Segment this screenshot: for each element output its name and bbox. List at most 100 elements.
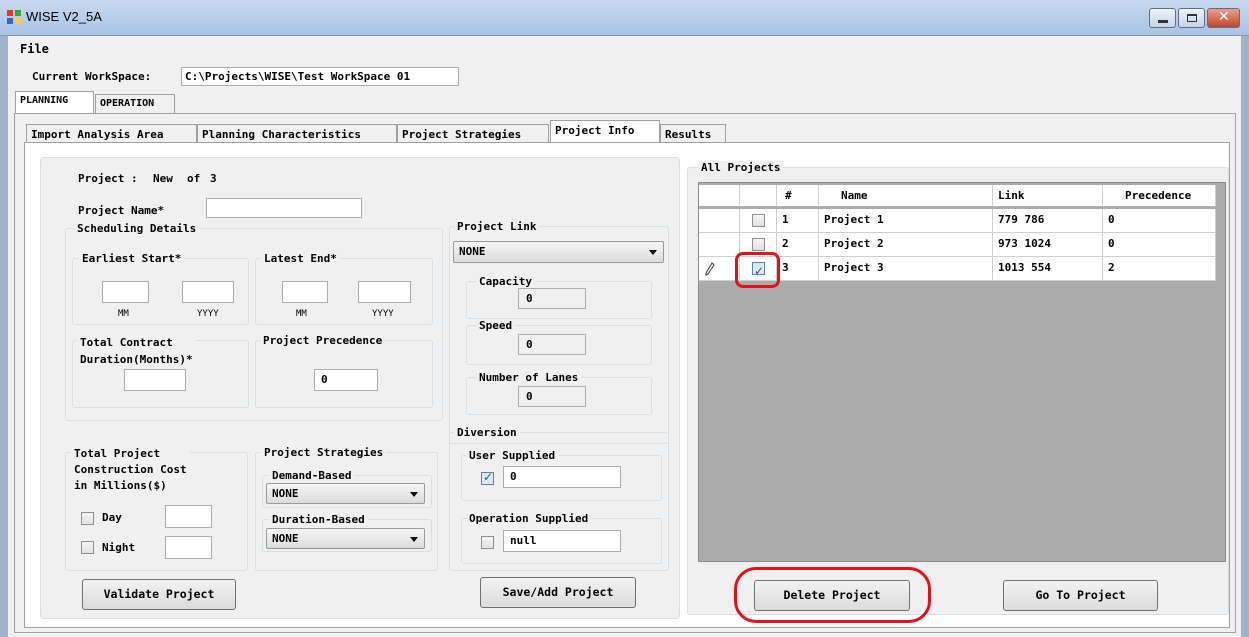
title-bar	[0, 0, 1249, 36]
duration-based-value: NONE	[272, 532, 299, 545]
row-select-checkbox[interactable]	[752, 238, 765, 251]
table-cell-num: 3	[777, 257, 819, 281]
latest-yyyy-label: YYYY	[372, 309, 394, 319]
row-header[interactable]	[699, 257, 740, 281]
earliest-mm-label: MM	[118, 309, 129, 319]
project-strategies-label: Project Strategies	[261, 446, 387, 459]
workspace-path-field[interactable]: C:\Projects\WISE\Test WorkSpace 01	[181, 67, 459, 86]
tab-project-strategies[interactable]: Project Strategies	[397, 124, 549, 143]
workspace-label: Current WorkSpace:	[32, 70, 152, 83]
chevron-down-icon	[649, 250, 657, 255]
day-label: Day	[102, 511, 122, 524]
night-label: Night	[102, 541, 136, 554]
app-icon	[7, 10, 21, 24]
earliest-start-year-input[interactable]	[182, 281, 234, 303]
maximize-icon	[1187, 14, 1197, 22]
project-link-label: Project Link	[454, 220, 540, 233]
chevron-down-icon	[410, 492, 418, 497]
grid-header-num[interactable]: #	[777, 185, 819, 207]
project-link-value: NONE	[459, 245, 486, 258]
duration-based-select[interactable]: NONE	[266, 528, 425, 549]
earliest-start-month-input[interactable]	[102, 281, 149, 303]
user-supplied-input[interactable]: 0	[503, 466, 621, 488]
speed-label: Speed	[476, 319, 516, 332]
project-status: New	[153, 172, 173, 185]
row-select-checkbox[interactable]	[752, 214, 765, 227]
table-cell-precedence: 0	[1103, 233, 1216, 257]
menu-file[interactable]: File	[20, 42, 49, 56]
table-cell-link: 779 786	[993, 209, 1103, 233]
project-name-input[interactable]	[206, 198, 362, 218]
capacity-value: 0	[518, 288, 586, 309]
project-name-label: Project Name*	[78, 204, 165, 217]
demand-based-label: Demand-Based	[269, 469, 355, 482]
validate-project-button[interactable]: Validate Project	[82, 579, 236, 610]
grid-header-precedence[interactable]: Precedence	[1103, 185, 1216, 207]
construction-cost-label: Total Project Construction Cost in Milli…	[71, 446, 190, 494]
grid-checkbox-header	[740, 185, 777, 207]
table-cell-precedence: 0	[1103, 209, 1216, 233]
project-count: 3	[210, 172, 217, 185]
night-checkbox[interactable]	[81, 541, 94, 554]
project-label: Project :	[78, 172, 138, 185]
user-supplied-label: User Supplied	[466, 449, 559, 462]
day-cost-input[interactable]	[165, 505, 212, 528]
table-cell-link: 1013 554	[993, 257, 1103, 281]
latest-mm-label: MM	[296, 309, 307, 319]
table-cell-link: 973 1024	[993, 233, 1103, 257]
diversion-label: Diversion	[454, 426, 520, 439]
of-label: of	[187, 172, 201, 185]
operation-supplied-input[interactable]: null	[503, 530, 621, 552]
grid-header-name[interactable]: Name	[819, 185, 993, 207]
tab-operation[interactable]: OPERATION	[95, 94, 175, 113]
total-contract-label: Total Contract Duration(Months)*	[77, 334, 196, 368]
table-cell-precedence: 2	[1103, 257, 1216, 281]
pencil-icon	[705, 262, 715, 276]
close-icon: ✕	[1218, 9, 1230, 25]
table-cell-name: Project 3	[819, 257, 993, 281]
chevron-down-icon	[410, 537, 418, 542]
row-header[interactable]	[699, 209, 740, 233]
tab-planning-characteristics[interactable]: Planning Characteristics	[197, 124, 397, 143]
minimize-button[interactable]	[1149, 8, 1176, 28]
table-cell-name: Project 2	[819, 233, 993, 257]
operation-supplied-checkbox[interactable]	[481, 536, 494, 549]
earliest-yyyy-label: YYYY	[197, 309, 219, 319]
project-precedence-label: Project Precedence	[260, 334, 386, 347]
number-of-lanes-label: Number of Lanes	[476, 371, 582, 384]
night-cost-input[interactable]	[165, 536, 212, 559]
tab-planning[interactable]: PLANNING	[15, 91, 94, 113]
tab-results[interactable]: Results	[660, 124, 726, 143]
tab-import-analysis-area[interactable]: Import Analysis Area	[26, 124, 197, 143]
demand-based-select[interactable]: NONE	[266, 483, 425, 504]
save-add-project-button[interactable]: Save/Add Project	[480, 577, 636, 608]
latest-end-label: Latest End*	[261, 252, 340, 265]
total-contract-input[interactable]	[124, 369, 186, 391]
checkbox-highlight-annotation	[735, 252, 780, 288]
table-cell-num: 2	[777, 233, 819, 257]
grid-header-link[interactable]: Link	[993, 185, 1103, 207]
latest-end-month-input[interactable]	[282, 281, 328, 303]
number-of-lanes-value: 0	[518, 386, 586, 407]
day-checkbox[interactable]	[81, 512, 94, 525]
window-title: WISE V2_5A	[26, 9, 102, 24]
latest-end-year-input[interactable]	[358, 281, 411, 303]
grid-row-header-corner	[699, 185, 740, 207]
table-row-checkbox-cell	[740, 209, 777, 233]
table-cell-name: Project 1	[819, 209, 993, 233]
project-precedence-input[interactable]: 0	[314, 369, 378, 391]
tab-project-info[interactable]: Project Info	[550, 120, 660, 142]
row-header[interactable]	[699, 233, 740, 257]
table-cell-num: 1	[777, 209, 819, 233]
all-projects-label: All Projects	[698, 161, 784, 174]
go-to-project-button[interactable]: Go To Project	[1003, 580, 1158, 611]
close-button[interactable]: ✕	[1207, 8, 1240, 28]
minimize-icon	[1158, 20, 1168, 23]
project-link-select[interactable]: NONE	[453, 241, 664, 263]
demand-based-value: NONE	[272, 487, 299, 500]
maximize-button[interactable]	[1178, 8, 1205, 28]
capacity-label: Capacity	[476, 275, 535, 288]
user-supplied-checkbox[interactable]	[481, 470, 494, 485]
operation-supplied-label: Operation Supplied	[466, 512, 592, 525]
duration-based-label: Duration-Based	[269, 513, 368, 526]
